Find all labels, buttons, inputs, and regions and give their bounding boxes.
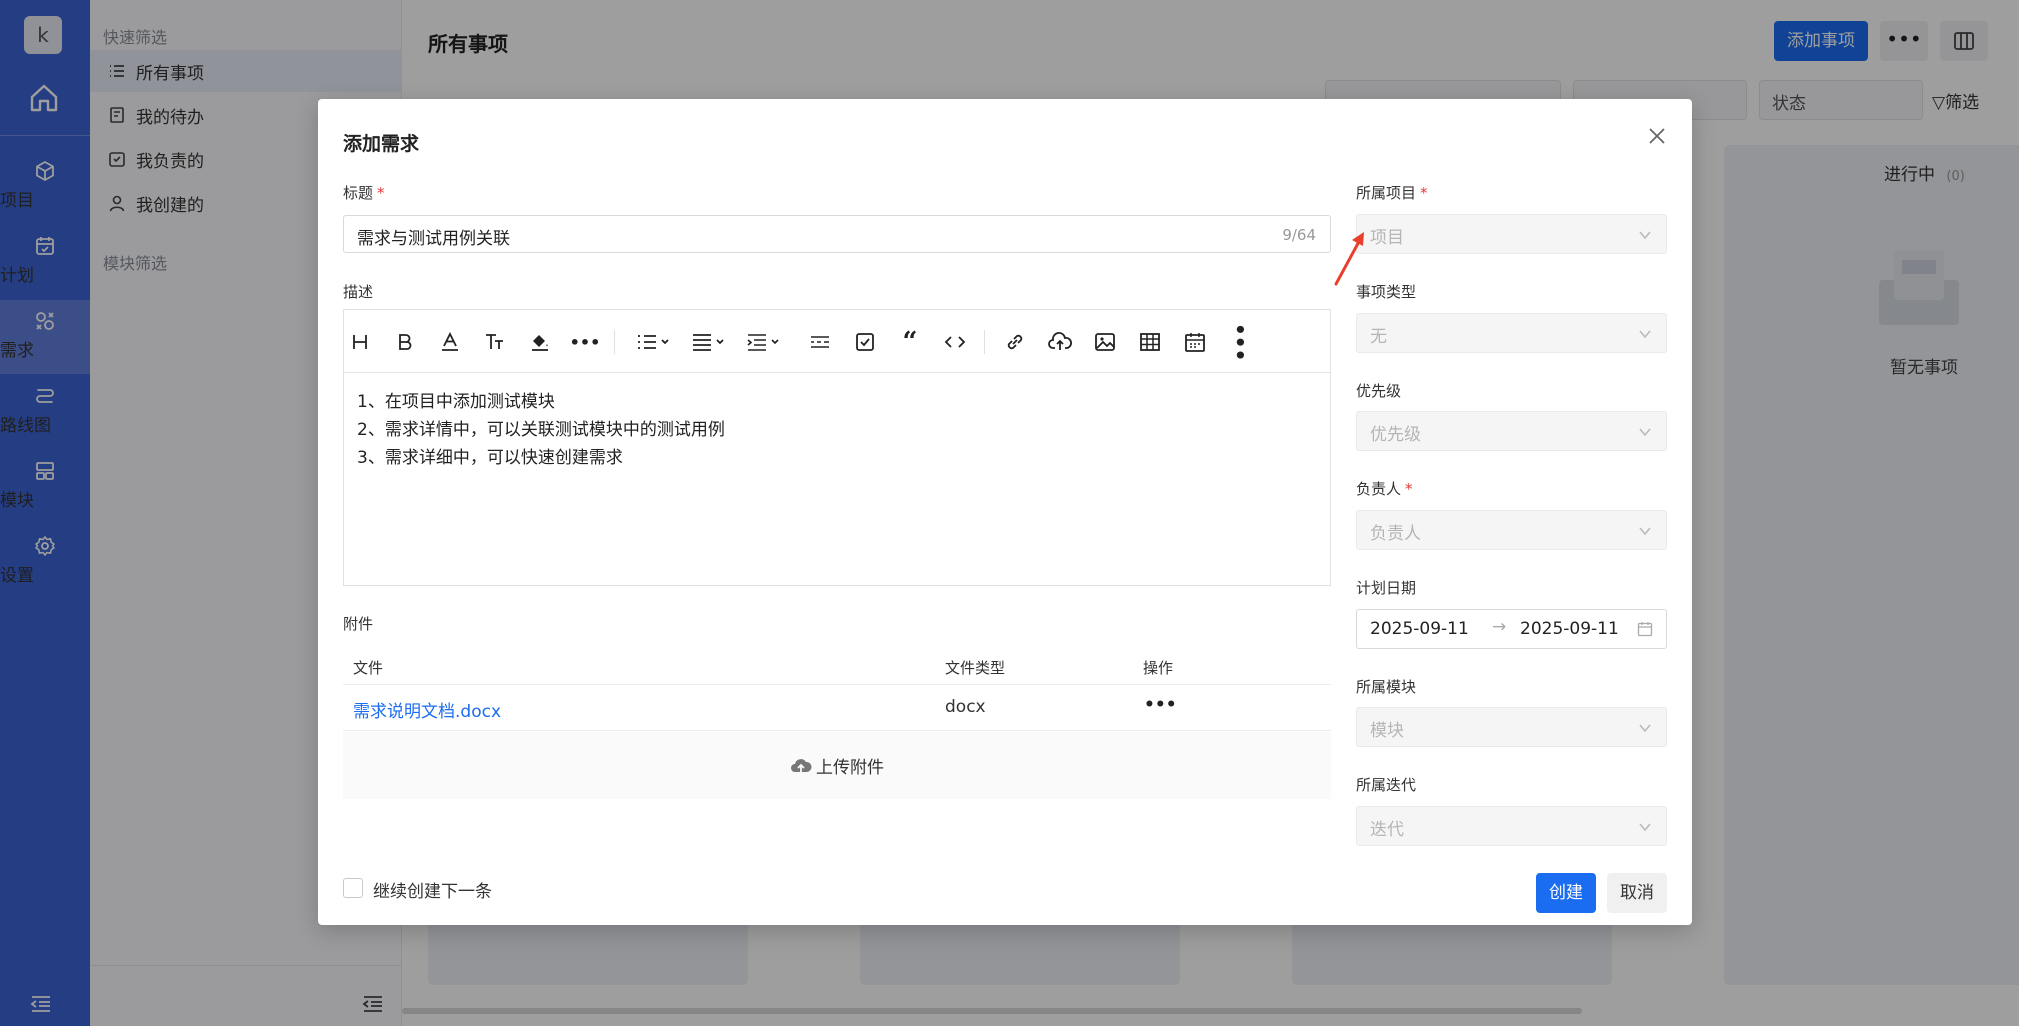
chevron-down-icon xyxy=(1639,823,1651,832)
annotation-arrow-icon xyxy=(1334,232,1364,286)
required-mark: * xyxy=(377,184,385,202)
column-header-file: 文件 xyxy=(353,659,384,677)
chevron-down-icon xyxy=(1639,527,1651,536)
font-color-icon[interactable] xyxy=(436,328,464,356)
column-header-type: 文件类型 xyxy=(945,659,1006,677)
title-char-count: 9/64 xyxy=(1282,226,1316,244)
rich-text-editor[interactable]: ••• “ ••• 1、在项目中添加测试模块 2、需求详情中，可以关联测试模块中… xyxy=(343,309,1331,586)
item-type-select[interactable]: 无 xyxy=(1356,313,1667,353)
add-requirement-dialog: 添加需求 标题 * 需求与测试用例关联 9/64 描述 ••• “ ••• 1、… xyxy=(318,99,1692,925)
upload-label: 上传附件 xyxy=(816,758,884,778)
required-mark: * xyxy=(1405,480,1413,498)
background-color-icon[interactable] xyxy=(526,328,554,356)
link-icon[interactable] xyxy=(1001,328,1029,356)
toolbar-divider xyxy=(614,330,615,354)
date-end[interactable]: 2025-09-11 xyxy=(1520,619,1619,639)
toolbar-divider xyxy=(984,330,985,354)
iteration-label: 所属迭代 xyxy=(1356,776,1417,794)
owner-label-text: 负责人 xyxy=(1356,480,1402,498)
dialog-title: 添加需求 xyxy=(343,133,420,155)
project-select-value: 项目 xyxy=(1370,228,1404,248)
desc-line: 2、需求详情中，可以关联测试模块中的测试用例 xyxy=(357,420,725,440)
more-format-icon[interactable]: ••• xyxy=(570,328,601,356)
calendar-icon xyxy=(1637,622,1653,637)
project-label: 所属项目 * xyxy=(1356,182,1428,203)
project-select[interactable]: 项目 xyxy=(1356,214,1667,254)
attachment-link[interactable]: 需求说明文档.docx xyxy=(353,697,501,722)
title-input[interactable]: 需求与测试用例关联 9/64 xyxy=(343,215,1331,253)
editor-content[interactable]: 1、在项目中添加测试模块 2、需求详情中，可以关联测试模块中的测试用例 3、需求… xyxy=(357,388,725,472)
table-header: 文件 文件类型 操作 xyxy=(343,647,1331,685)
title-label-text: 标题 xyxy=(343,184,374,202)
chevron-down-icon xyxy=(1639,428,1651,437)
quote-icon[interactable]: “ xyxy=(896,327,924,357)
image-icon[interactable] xyxy=(1091,328,1119,356)
create-button[interactable]: 创建 xyxy=(1536,873,1596,913)
align-icon[interactable] xyxy=(689,328,729,356)
owner-select-value: 负责人 xyxy=(1370,524,1421,544)
owner-label: 负责人 * xyxy=(1356,478,1413,499)
module-label: 所属模块 xyxy=(1356,678,1417,696)
owner-select[interactable]: 负责人 xyxy=(1356,510,1667,550)
editor-toolbar: ••• “ ••• xyxy=(344,310,1330,373)
close-icon[interactable] xyxy=(1645,124,1669,148)
arrow-right-icon: → xyxy=(1492,617,1507,637)
priority-select[interactable]: 优先级 xyxy=(1356,411,1667,451)
continue-create-checkbox[interactable] xyxy=(343,878,363,898)
upload-cloud-icon xyxy=(791,758,812,773)
font-size-icon[interactable] xyxy=(481,328,509,356)
continue-create-label[interactable]: 继续创建下一条 xyxy=(373,877,492,902)
description-label: 描述 xyxy=(343,283,374,301)
task-list-icon[interactable] xyxy=(851,328,879,356)
column-header-action: 操作 xyxy=(1143,659,1174,677)
table-row: 需求说明文档.docx docx ••• xyxy=(343,685,1331,731)
bold-icon[interactable] xyxy=(391,328,419,356)
priority-label: 优先级 xyxy=(1356,382,1402,400)
heading-icon[interactable] xyxy=(346,328,374,356)
title-input-value: 需求与测试用例关联 xyxy=(357,229,510,249)
project-label-text: 所属项目 xyxy=(1356,184,1417,202)
attachments-label: 附件 xyxy=(343,615,374,633)
iteration-select-value: 迭代 xyxy=(1370,820,1404,840)
chevron-down-icon xyxy=(1639,231,1651,240)
date-icon[interactable] xyxy=(1181,328,1209,356)
upload-cloud-icon[interactable] xyxy=(1046,328,1074,356)
required-mark: * xyxy=(1420,184,1428,202)
date-start[interactable]: 2025-09-11 xyxy=(1370,619,1469,639)
more-icon[interactable]: ••• xyxy=(1144,695,1177,715)
attachment-type: docx xyxy=(945,697,986,717)
title-label: 标题 * xyxy=(343,182,385,203)
module-select[interactable]: 模块 xyxy=(1356,707,1667,747)
chevron-down-icon xyxy=(1639,724,1651,733)
priority-select-value: 优先级 xyxy=(1370,425,1421,445)
code-icon[interactable] xyxy=(941,328,969,356)
iteration-select[interactable]: 迭代 xyxy=(1356,806,1667,846)
item-type-value: 无 xyxy=(1370,327,1387,347)
module-select-value: 模块 xyxy=(1370,721,1404,741)
cancel-button[interactable]: 取消 xyxy=(1607,873,1667,913)
upload-attachment-button[interactable]: 上传附件 xyxy=(343,732,1331,799)
plan-date-label: 计划日期 xyxy=(1356,579,1417,597)
desc-line: 1、在项目中添加测试模块 xyxy=(357,392,555,412)
divider-line-icon[interactable] xyxy=(806,328,834,356)
bullet-list-icon[interactable] xyxy=(634,328,674,356)
desc-line: 3、需求详细中，可以快速创建需求 xyxy=(357,448,623,468)
line-height-icon[interactable] xyxy=(744,328,784,356)
more-vertical-icon[interactable]: ••• xyxy=(1226,323,1254,361)
chevron-down-icon xyxy=(1639,330,1651,339)
plan-date-range[interactable]: 2025-09-11 → 2025-09-11 xyxy=(1356,609,1667,649)
table-icon[interactable] xyxy=(1136,328,1164,356)
